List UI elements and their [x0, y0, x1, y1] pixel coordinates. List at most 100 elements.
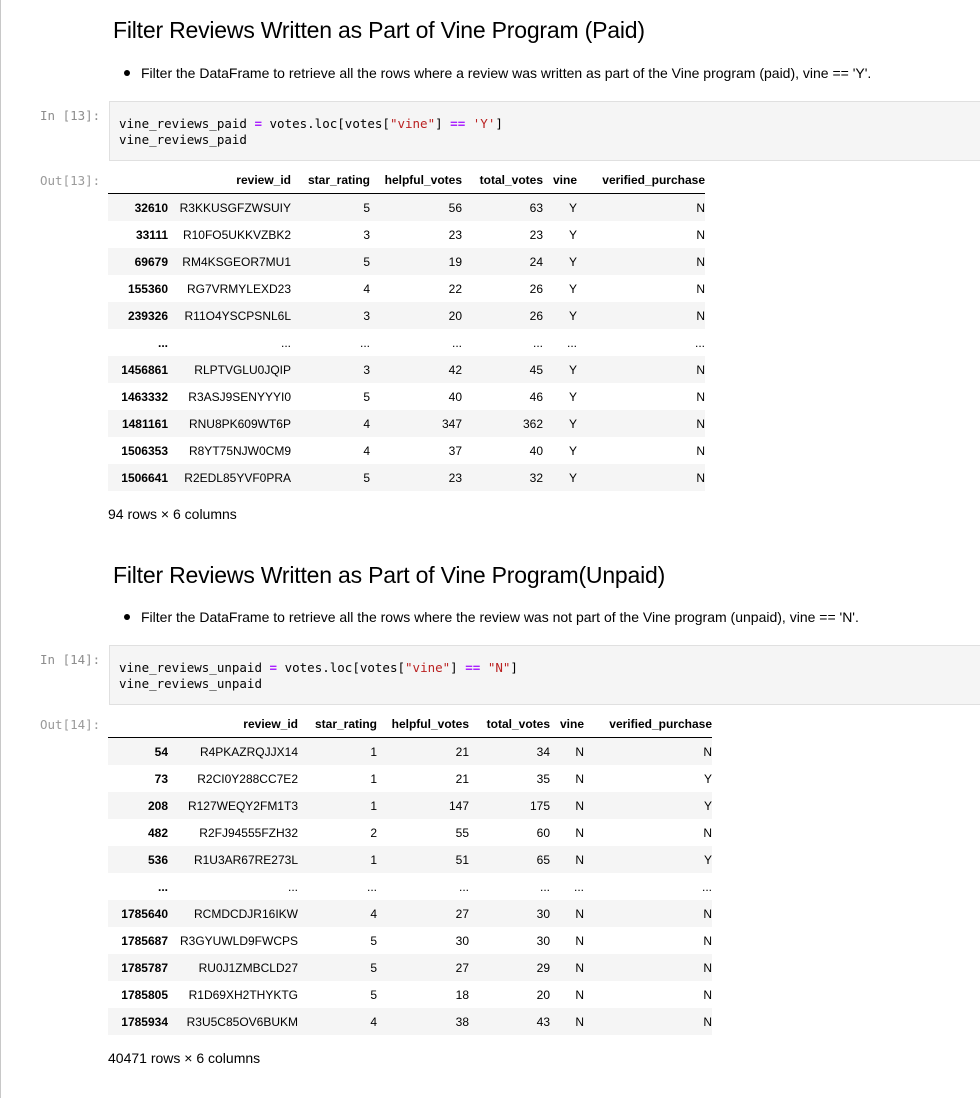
code-cell-unpaid[interactable]: vine_reviews_unpaid = votes.loc[votes["v…: [109, 645, 980, 705]
table-cell: Y: [568, 362, 577, 377]
table-cell: 30: [455, 933, 469, 948]
table-cell: 45: [529, 362, 543, 377]
table-cell: R2FJ94555FZH32: [199, 825, 298, 840]
table-cell: ...: [566, 335, 577, 350]
row-index: 1463332: [121, 389, 168, 404]
code-cell-paid[interactable]: vine_reviews_paid = votes.loc[votes["vin…: [109, 101, 980, 161]
table-cell: N: [696, 389, 705, 404]
table-row: 33111 R10FO5UKKVZBK2 3 23 23 Y N: [108, 221, 705, 248]
table-cell: 5: [370, 987, 377, 1002]
section-heading-paid: Filter Reviews Written as Part of Vine P…: [113, 17, 645, 43]
table-row: 1456861 RLPTVGLU0JQIP 3 42 45 Y N: [108, 356, 705, 383]
table-cell: 5: [363, 254, 370, 269]
table-cell: 30: [536, 906, 550, 921]
table-cell: 1: [370, 852, 377, 867]
dataframe-table-paid: review_id star_rating helpful_votes tota…: [108, 167, 705, 491]
table-cell: R2EDL85YVF0PRA: [184, 470, 291, 485]
table-cell: ...: [458, 879, 469, 894]
table-cell: 147: [448, 798, 469, 813]
table-cell: 20: [536, 987, 550, 1002]
row-index: 1506641: [121, 470, 168, 485]
table-cell: R3U5C85OV6BUKM: [186, 1014, 298, 1029]
table-cell: 56: [448, 200, 462, 215]
row-index: 69679: [134, 254, 168, 269]
bullet-text-paid: Filter the DataFrame to retrieve all the…: [141, 65, 872, 81]
row-index: ...: [157, 879, 168, 894]
table-cell: 23: [448, 227, 462, 242]
table-row: 1785687 R3GYUWLD9FWCPS 5 30 30 N N: [108, 927, 712, 954]
table-cell: N: [575, 825, 584, 840]
column-header: review_id: [168, 711, 298, 738]
table-cell: 40: [529, 443, 543, 458]
table-cell: R10FO5UKKVZBK2: [182, 227, 291, 242]
table-cell: 37: [448, 443, 462, 458]
row-index: 1785787: [121, 960, 168, 975]
table-cell: 4: [370, 906, 377, 921]
row-index: 155360: [127, 281, 168, 296]
table-cell: 347: [441, 416, 462, 431]
table-row: 536 R1U3AR67RE273L 1 51 65 N Y: [108, 846, 712, 873]
table-cell: 26: [529, 308, 543, 323]
dataframe-table-unpaid: review_id star_rating helpful_votes tota…: [108, 711, 712, 1035]
table-cell: Y: [568, 227, 577, 242]
table-row: 1463332 R3ASJ9SENYYYI0 5 40 46 Y N: [108, 383, 705, 410]
output-prompt: Out[13]:: [40, 173, 101, 188]
row-index: 1785687: [121, 933, 168, 948]
row-index: 1481161: [121, 416, 168, 431]
column-header: vine: [550, 711, 584, 738]
table-cell: N: [703, 1014, 712, 1029]
table-cell: Y: [568, 254, 577, 269]
table-cell: R1D69XH2THYKTG: [188, 987, 298, 1002]
column-header: star_rating: [298, 711, 377, 738]
row-index: 208: [147, 798, 168, 813]
table-cell: N: [703, 744, 712, 759]
row-index: 54: [154, 744, 168, 759]
table-cell: ...: [359, 335, 370, 350]
table-cell: Y: [568, 416, 577, 431]
table-cell: N: [703, 960, 712, 975]
table-cell: R2CI0Y288CC7E2: [197, 771, 298, 786]
code-line-2: vine_reviews_unpaid: [119, 676, 262, 691]
table-cell: R4PKAZRQJJX14: [199, 744, 298, 759]
column-header: review_id: [168, 167, 291, 194]
table-cell: 4: [370, 1014, 377, 1029]
table-cell: N: [696, 308, 705, 323]
table-cell: 2: [370, 825, 377, 840]
column-header: verified_purchase: [584, 711, 712, 738]
table-cell: RU0J1ZMBCLD27: [198, 960, 298, 975]
table-cell: R127WEQY2FM1T3: [187, 798, 298, 813]
table-cell: 4: [363, 281, 370, 296]
table-cell: 55: [455, 825, 469, 840]
input-prompt: In [13]:: [40, 108, 101, 123]
table-cell: N: [575, 771, 584, 786]
table-row: 239326 R11O4YSCPSNL6L 3 20 26 Y N: [108, 302, 705, 329]
table-cell: Y: [568, 308, 577, 323]
table-cell: N: [703, 933, 712, 948]
table-cell: 3: [363, 362, 370, 377]
row-index: 73: [154, 771, 168, 786]
table-cell: 27: [455, 906, 469, 921]
table-cell: N: [575, 744, 584, 759]
column-header: total_votes: [462, 167, 543, 194]
input-prompt: In [14]:: [40, 652, 101, 667]
table-cell: 29: [536, 960, 550, 975]
table-header-row: review_id star_rating helpful_votes tota…: [108, 711, 712, 738]
table-cell: 1: [370, 771, 377, 786]
table-cell: Y: [568, 470, 577, 485]
column-header: vine: [543, 167, 577, 194]
table-cell: 5: [370, 933, 377, 948]
table-cell: RM4KSGEOR7MU1: [182, 254, 291, 269]
table-row: 1785640 RCMDCDJR16IKW 4 27 30 N N: [108, 900, 712, 927]
row-index: 536: [147, 852, 168, 867]
table-cell: 46: [529, 389, 543, 404]
table-cell: R3GYUWLD9FWCPS: [179, 933, 298, 948]
table-cell: Y: [568, 200, 577, 215]
table-cell: ...: [451, 335, 462, 350]
table-row: 482 R2FJ94555FZH32 2 55 60 N N: [108, 819, 712, 846]
table-cell: 3: [363, 227, 370, 242]
table-row: 1506641 R2EDL85YVF0PRA 5 23 32 Y N: [108, 464, 705, 491]
table-cell: N: [703, 825, 712, 840]
row-index: ...: [157, 335, 168, 350]
table-cell: ...: [532, 335, 543, 350]
table-row: 1506353 R8YT75NJW0CM9 4 37 40 Y N: [108, 437, 705, 464]
